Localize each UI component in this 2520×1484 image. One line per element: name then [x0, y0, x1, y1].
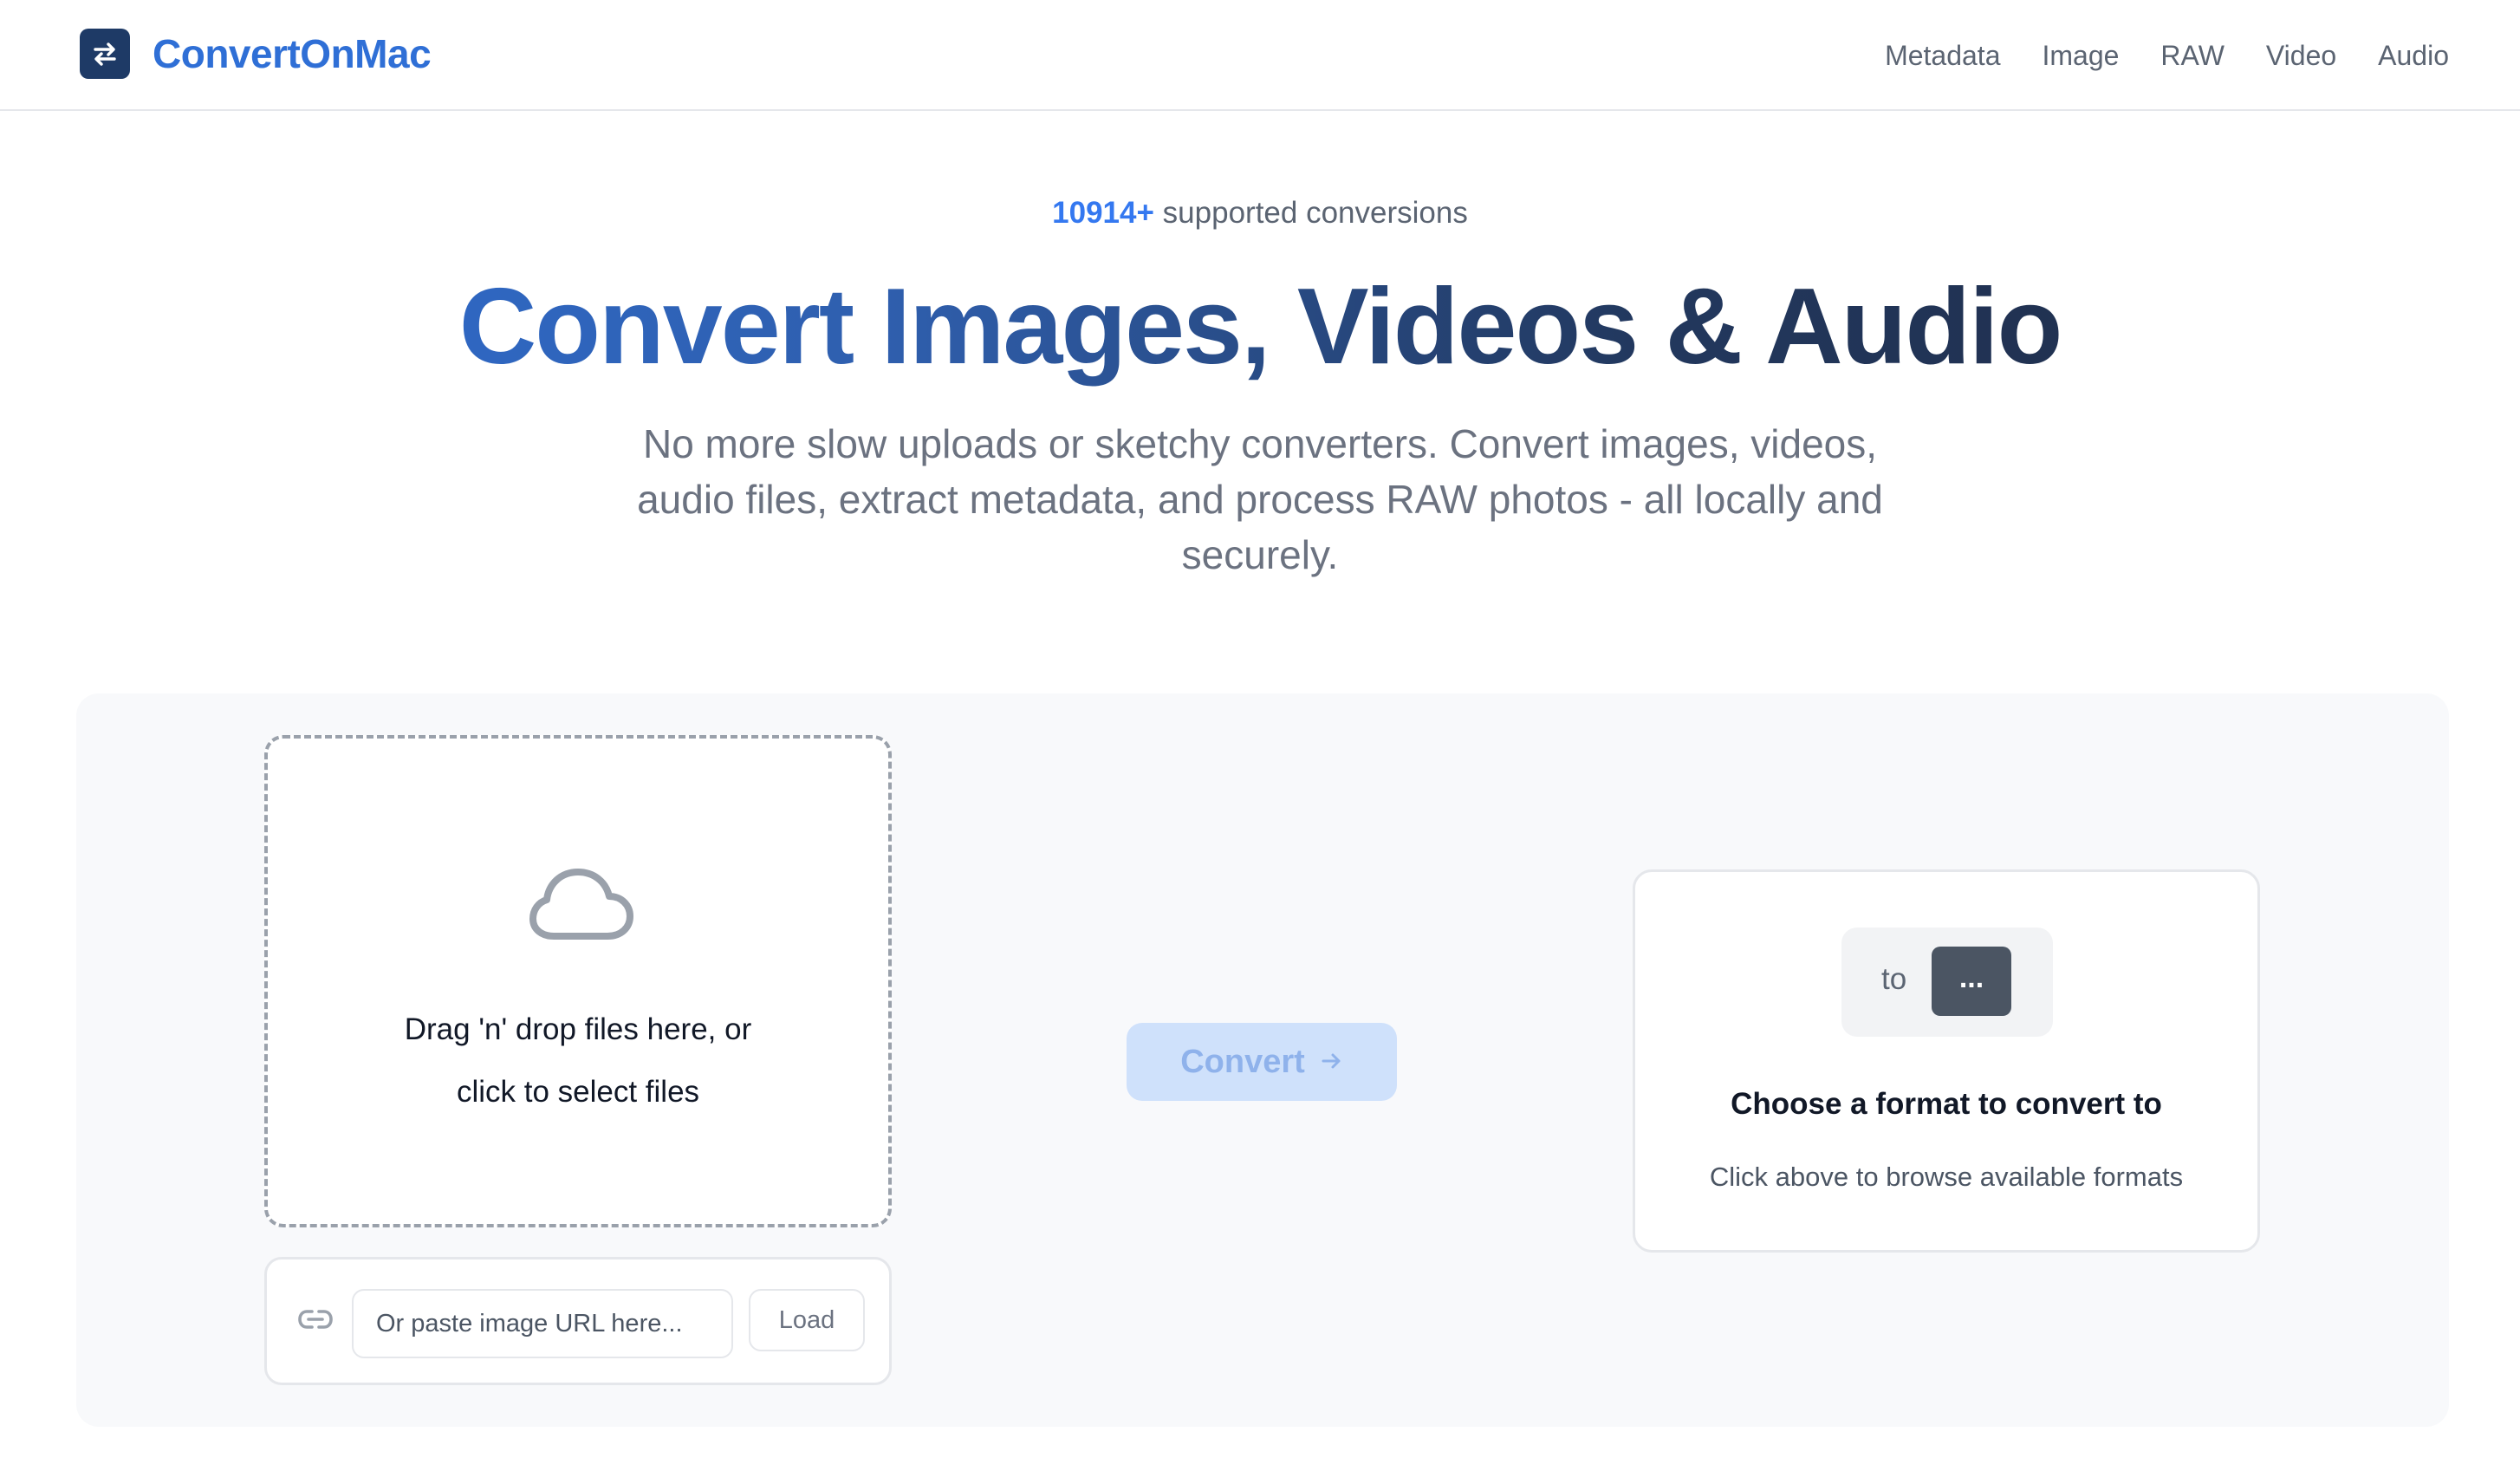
- format-selector[interactable]: ...: [1932, 947, 2011, 1016]
- top-nav-bar: ConvertOnMac Metadata Image RAW Video Au…: [0, 0, 2520, 111]
- url-loader: Load: [264, 1257, 892, 1385]
- nav-link-video[interactable]: Video: [2266, 40, 2336, 72]
- format-hint: Click above to browse available formats: [1709, 1162, 2184, 1192]
- convert-label: Convert: [1180, 1043, 1305, 1080]
- hero-subtitle: No more slow uploads or sketchy converte…: [637, 421, 1883, 577]
- link-icon: [296, 1306, 334, 1337]
- nav-link-raw[interactable]: RAW: [2160, 40, 2224, 72]
- brand-name: ConvertOnMac: [153, 31, 432, 76]
- nav-link-image[interactable]: Image: [2042, 40, 2119, 72]
- dropzone-line-2: click to select files: [456, 1075, 700, 1109]
- format-picker[interactable]: to ...: [1841, 928, 2053, 1037]
- convert-button[interactable]: Convert: [1127, 1023, 1397, 1101]
- dropzone-line-1: Drag 'n' drop files here, or: [404, 1012, 752, 1046]
- nav-link-metadata[interactable]: Metadata: [1885, 40, 2000, 72]
- main-nav: Metadata Image RAW Video Audio: [1843, 35, 2449, 76]
- supported-conversions: 10914+ supported conversions: [0, 196, 2520, 231]
- nav-link-audio[interactable]: Audio: [2378, 40, 2449, 72]
- conversion-count: 10914+: [1052, 196, 1154, 230]
- cloud-icon: [528, 867, 635, 949]
- format-title: Choose a format to convert to: [1731, 1087, 2162, 1121]
- file-dropzone[interactable]: Drag 'n' drop files here, or click to se…: [264, 735, 892, 1227]
- dropzone-text: Drag 'n' drop files here, or click to se…: [268, 999, 888, 1123]
- brand[interactable]: ConvertOnMac: [80, 28, 432, 80]
- arrow-right-icon: [1321, 1051, 1343, 1073]
- swap-arrows-icon: [80, 29, 130, 79]
- page-title: Convert Images, Videos & Audio: [0, 265, 2520, 388]
- load-button[interactable]: Load: [749, 1289, 865, 1351]
- conversion-count-suffix: supported conversions: [1162, 196, 1468, 230]
- url-input[interactable]: [352, 1289, 733, 1358]
- format-card: to ... Choose a format to convert to Cli…: [1633, 869, 2260, 1253]
- to-label: to: [1881, 962, 1907, 996]
